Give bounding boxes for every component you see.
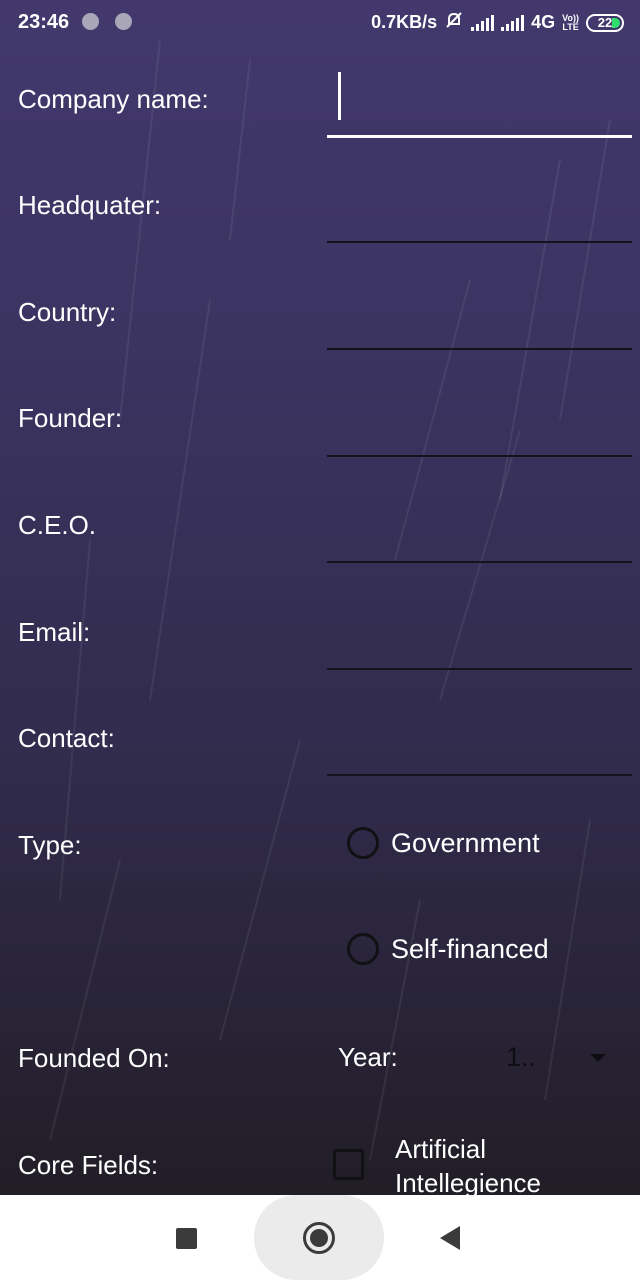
checkbox-artificial-intelligence[interactable] <box>333 1149 364 1180</box>
notification-dot-icon <box>115 13 132 30</box>
contact-label: Contact: <box>18 723 115 753</box>
year-value: 1.. <box>506 1042 537 1072</box>
status-time: 23:46 <box>18 11 70 33</box>
circle-icon[interactable] <box>303 1222 335 1254</box>
signal-icon <box>471 14 495 31</box>
headquater-label: Headquater: <box>18 190 162 220</box>
company-name-input[interactable] <box>327 72 632 138</box>
battery-icon: 22 <box>586 13 624 32</box>
core-fields-label: Core Fields: <box>18 1150 159 1180</box>
radio-circle-icon <box>347 827 379 859</box>
rain-background <box>49 39 611 1161</box>
headquater-input[interactable] <box>327 203 632 243</box>
checkbox-artificial-intelligence-label: Artificial Intellegience <box>395 1134 541 1198</box>
network-type: 4G <box>531 12 556 32</box>
bell-off-icon <box>444 10 464 35</box>
triangle-back-icon[interactable] <box>440 1226 460 1250</box>
founder-label: Founder: <box>18 403 123 433</box>
signal-icon <box>501 14 525 31</box>
network-speed: 0.7KB/s <box>371 12 438 32</box>
battery-level: 22 <box>597 15 613 30</box>
founded-on-label: Founded On: <box>18 1043 170 1073</box>
status-bar: 23:46 0.7KB/s 4G Vo)) LTE 22 <box>0 0 640 44</box>
country-input[interactable] <box>327 310 632 350</box>
year-label: Year: <box>338 1042 398 1072</box>
dropdown-arrow-icon <box>590 1054 606 1062</box>
contact-input[interactable] <box>327 736 632 776</box>
radio-government-label: Government <box>391 827 540 858</box>
year-dropdown[interactable]: 1.. <box>500 1036 610 1080</box>
text-cursor <box>338 72 341 120</box>
ceo-input[interactable] <box>327 523 632 563</box>
square-icon[interactable] <box>176 1228 197 1249</box>
type-label: Type: <box>18 830 82 860</box>
navigation-bar <box>0 1195 640 1280</box>
radio-government[interactable]: Government <box>347 827 540 859</box>
radio-self-financed[interactable]: Self-financed <box>347 933 549 965</box>
email-label: Email: <box>18 617 91 647</box>
radio-circle-icon <box>347 933 379 965</box>
volte-icon: Vo)) LTE <box>562 12 579 32</box>
country-label: Country: <box>18 297 117 327</box>
notification-dot-icon <box>82 13 99 30</box>
company-name-label: Company name: <box>18 84 209 114</box>
ceo-label: C.E.O. <box>18 510 97 540</box>
founder-input[interactable] <box>327 417 632 457</box>
radio-self-financed-label: Self-financed <box>391 933 549 964</box>
email-input[interactable] <box>327 630 632 670</box>
